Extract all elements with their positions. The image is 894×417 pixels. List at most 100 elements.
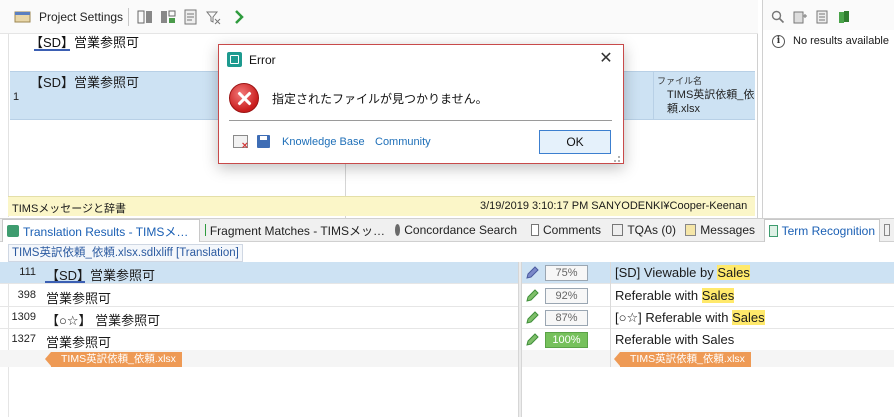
tag-underline xyxy=(45,281,85,283)
segment-source: 営業参照可 xyxy=(46,335,112,350)
next-arrow-icon[interactable] xyxy=(231,9,247,25)
error-dialog: Error ✕ 指定されたファイルが見つかりません。 Knowledge Bas… xyxy=(218,44,624,164)
pencil-check-icon xyxy=(526,289,539,302)
search-icon[interactable] xyxy=(771,10,785,24)
error-message: 指定されたファイルが見つかりません。 xyxy=(272,92,488,106)
tab-overflow-icon xyxy=(884,224,890,236)
row-source-text[interactable]: 【SD】営業参照可 xyxy=(30,72,139,91)
split-icon[interactable] xyxy=(160,9,176,25)
table-row[interactable]: 111 【SD】営業参照可 75% [SD] Viewable by Sales xyxy=(0,262,894,284)
dialog-separator xyxy=(229,120,612,121)
ok-button[interactable]: OK xyxy=(539,130,611,154)
term-highlight: Sales xyxy=(701,288,735,303)
segment-number: 398 xyxy=(17,289,36,301)
target-file-tag: TIMS英訳依頼_依頼.xlsx xyxy=(614,352,751,367)
term-recognition-icon xyxy=(769,225,778,237)
tab-label: Fragment Matches - TIMSメッ… xyxy=(209,223,385,238)
divider xyxy=(8,34,9,217)
tag-underline xyxy=(34,49,70,51)
table-row[interactable]: 398 営業参照可 92% Referable with Sales xyxy=(0,285,894,307)
toolbar-separator xyxy=(128,8,129,26)
comments-icon xyxy=(531,224,539,236)
term-recognition-pane: i No results available xyxy=(762,0,894,218)
match-score: 92% xyxy=(545,288,588,304)
segment-source: 【○☆】 営業参照可 xyxy=(46,313,161,328)
close-button[interactable]: ✕ xyxy=(596,49,616,69)
tab-label: Messages xyxy=(700,223,755,237)
pencil-check-icon xyxy=(526,333,539,346)
file-name-label: ファイル名 xyxy=(657,76,703,86)
tab-comments[interactable]: Comments xyxy=(527,219,605,241)
dialog-title-bar[interactable]: Error ✕ xyxy=(219,45,623,75)
pencil-check-icon xyxy=(526,311,539,324)
status-bar: TIMSメッセージと辞書 3/19/2019 3:10:17 PM SANYOD… xyxy=(8,196,755,216)
termbase-icon[interactable] xyxy=(815,10,829,24)
knowledge-base-link[interactable]: Knowledge Base xyxy=(282,136,365,148)
resize-grip-icon[interactable] xyxy=(611,153,621,163)
tab-translation-results[interactable]: Translation Results - TIMSメ… xyxy=(2,219,200,242)
fragment-matches-icon xyxy=(205,224,206,236)
community-link[interactable]: Community xyxy=(375,136,431,148)
translation-results-icon xyxy=(7,225,19,237)
segment-target: Referable with Sales xyxy=(615,332,734,347)
target-text: Referable with xyxy=(615,288,702,303)
tab-label: TQAs (0) xyxy=(627,223,676,237)
tab-label: Term Recognition xyxy=(781,224,875,238)
row-number: 1 xyxy=(13,91,20,103)
column-divider xyxy=(610,262,611,367)
segment-number: 1309 xyxy=(11,311,36,323)
app-icon xyxy=(227,52,242,67)
tab-concordance-search[interactable]: Concordance Search xyxy=(391,219,521,241)
tab-label: Comments xyxy=(542,223,601,237)
save-icon[interactable] xyxy=(257,135,270,148)
segment-number: 1327 xyxy=(11,333,36,345)
tab-overflow[interactable] xyxy=(880,219,894,241)
info-icon: i xyxy=(772,35,785,48)
term-toolbar xyxy=(763,0,894,30)
filter-clear-icon[interactable] xyxy=(205,9,221,25)
match-score: 75% xyxy=(545,265,588,281)
tab-fragment-matches[interactable]: Fragment Matches - TIMSメッ… xyxy=(201,219,389,241)
match-score: 87% xyxy=(545,310,588,326)
pencil-icon xyxy=(526,266,539,279)
tab-term-recognition[interactable]: Term Recognition xyxy=(764,219,880,242)
dialog-title: Error xyxy=(249,53,276,67)
editor-toolbar: Project Settings xyxy=(0,0,758,34)
term-highlight: Sales xyxy=(717,265,750,280)
project-settings-button[interactable]: Project Settings xyxy=(39,10,123,24)
status-tm-name: TIMSメッセージと辞書 xyxy=(12,203,127,215)
project-settings-icon[interactable] xyxy=(14,10,32,24)
splitter[interactable] xyxy=(518,262,522,417)
target-text: Referable with Sales xyxy=(615,332,735,347)
bottom-tabstrip: Translation Results - TIMSメ… Fragment Ma… xyxy=(0,218,894,242)
term-highlight: Sales xyxy=(732,310,765,325)
match-score: 100% xyxy=(545,332,588,348)
segment-target: [○☆] Referable with Sales xyxy=(615,310,765,326)
document-structure-icon[interactable] xyxy=(183,9,199,25)
segment-source: 営業参照可 xyxy=(46,291,112,306)
table-row[interactable]: 1327 営業参照可 100% Referable with Sales xyxy=(0,329,894,351)
document-label: TIMS英訳依頼_依頼.xlsx.sdlxliff [Translation] xyxy=(8,244,243,262)
merge-icon[interactable] xyxy=(137,9,153,25)
segment-target: [SD] Viewable by Sales xyxy=(615,265,750,280)
column-divider xyxy=(653,72,654,120)
tqa-icon xyxy=(612,224,624,236)
table-row[interactable]: 1309 【○☆】 営業参照可 87% [○☆] Referable with … xyxy=(0,307,894,329)
settings-icon[interactable] xyxy=(837,10,851,24)
tab-messages[interactable]: Messages xyxy=(681,219,759,241)
target-text: [SD] Viewable by xyxy=(615,265,718,280)
add-term-icon[interactable] xyxy=(793,10,807,24)
concordance-icon xyxy=(395,224,401,236)
error-icon xyxy=(229,83,259,113)
source-file-tag: TIMS英訳依頼_依頼.xlsx xyxy=(45,352,182,367)
status-timestamp-user: 3/19/2019 3:10:17 PM SANYODENKI¥Cooper-K… xyxy=(480,200,748,212)
messages-icon xyxy=(685,224,697,236)
target-text: [○☆] Referable with xyxy=(615,310,733,325)
segment-number: 111 xyxy=(19,266,36,278)
tab-tqas[interactable]: TQAs (0) xyxy=(608,219,680,241)
tab-label: Translation Results - TIMSメ… xyxy=(23,224,189,239)
copy-error-icon[interactable] xyxy=(233,135,248,152)
file-name-value: TIMS英訳依頼_依頼.xlsx xyxy=(667,89,755,115)
segment-target: Referable with Sales xyxy=(615,288,735,303)
tab-label: Concordance Search xyxy=(404,223,517,237)
